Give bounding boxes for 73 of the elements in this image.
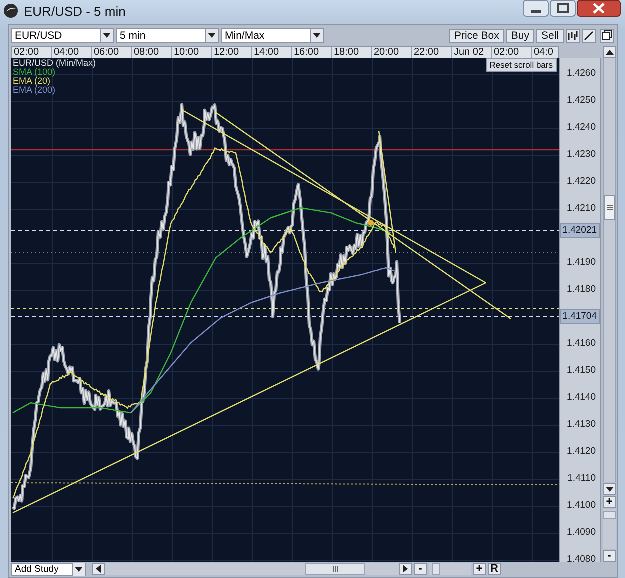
zoom-in-button[interactable]: +: [603, 496, 616, 508]
price-label: 1.4080: [566, 554, 596, 565]
add-study-dropdown[interactable]: Add Study: [11, 562, 86, 576]
legend-label: EMA (20): [13, 77, 51, 86]
price-marker: 1.42021: [560, 223, 600, 238]
price-label: 1.4120: [566, 446, 596, 457]
scroll-down-button[interactable]: [603, 483, 616, 495]
price-label: 1.4160: [566, 338, 596, 349]
price-label: 1.4180: [566, 284, 596, 295]
caret-icon: [75, 566, 83, 572]
price-label: 1.4220: [566, 176, 596, 187]
caret-icon: [103, 33, 111, 38]
interval-dropdown[interactable]: 5 min: [116, 28, 219, 43]
legend-label: EUR/USD (Min/Max): [13, 59, 96, 68]
detach-window-button[interactable]: [600, 28, 614, 42]
time-label: 04:0: [533, 47, 554, 58]
draw-line-button[interactable]: [582, 28, 596, 42]
scroll-thumb[interactable]: [305, 563, 365, 575]
crossing-dot: [368, 220, 374, 226]
left-arrow-icon: [96, 565, 101, 573]
right-arrow-icon: [403, 565, 408, 573]
down-arrow-icon: [606, 486, 614, 492]
grip-icon: [332, 566, 338, 572]
price-label: 1.4100: [566, 500, 596, 511]
reset-scroll-bars-button[interactable]: Reset scroll bars: [486, 58, 557, 72]
maximize-icon[interactable]: [550, 0, 576, 17]
legend-label: EMA (200): [13, 86, 57, 95]
line-icon: [584, 30, 594, 40]
price-label: 1.4150: [566, 365, 596, 376]
window-title: EUR/USD - 5 min: [24, 4, 126, 18]
close-icon[interactable]: [577, 0, 621, 17]
symbol-dropdown[interactable]: EUR/USD: [11, 28, 114, 43]
app-logo-icon: [3, 3, 19, 19]
price-label: 1.4230: [566, 149, 596, 160]
reset-zoom-button[interactable]: R: [488, 563, 501, 575]
price-label: 1.4190: [566, 257, 596, 268]
trend-line[interactable]: [12, 282, 486, 514]
price-label: 1.4130: [566, 419, 596, 430]
price-label: 1.4090: [566, 527, 596, 538]
horizontal-scrollbar[interactable]: [92, 563, 412, 575]
legend-label: SMA (100): [13, 68, 56, 77]
price-label: 1.4210: [566, 203, 596, 214]
price-marker: 1.41704: [560, 309, 600, 324]
bar-chart-icon: [568, 30, 578, 40]
scroll-left-button[interactable]: [92, 563, 105, 575]
trend-line[interactable]: [378, 130, 397, 254]
trend-line[interactable]: [182, 109, 486, 284]
buy-button[interactable]: Buy: [506, 28, 534, 42]
zoom-slider-thumb[interactable]: [603, 511, 616, 519]
up-arrow-icon: [606, 50, 614, 54]
scroll-right-button[interactable]: [399, 563, 412, 575]
price-box-button[interactable]: Price Box: [449, 28, 504, 42]
caret-icon: [313, 33, 321, 38]
price-label: 1.4140: [566, 392, 596, 403]
scroll-up-button[interactable]: [603, 46, 616, 58]
scroll-thumb[interactable]: [604, 195, 615, 220]
sell-button[interactable]: Sell: [536, 28, 564, 42]
zoom-slider-thumb[interactable]: [432, 563, 440, 575]
zoom-in-button[interactable]: +: [473, 563, 486, 575]
price-label: 1.4260: [566, 68, 596, 79]
trend-line[interactable]: [214, 112, 512, 320]
mode-dropdown[interactable]: Min/Max: [221, 28, 324, 43]
zoom-out-button[interactable]: -: [414, 563, 427, 575]
windows-icon: [602, 30, 612, 41]
price-label: 1.4250: [566, 95, 596, 106]
chart-type-button[interactable]: [566, 28, 580, 42]
price-label: 1.4240: [566, 122, 596, 133]
caret-icon: [208, 33, 216, 38]
minimize-icon[interactable]: [523, 0, 549, 17]
grip-icon: [606, 205, 612, 210]
price-label: 1.4110: [568, 473, 596, 484]
zoom-out-button[interactable]: -: [603, 550, 616, 562]
vertical-scrollbar[interactable]: [603, 58, 616, 482]
